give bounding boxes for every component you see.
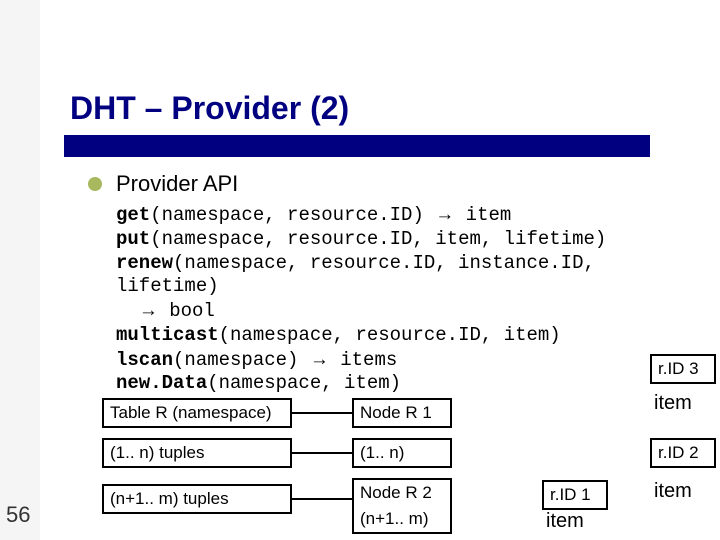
slide: DHT – Provider (2) Provider API get(name… — [40, 0, 720, 540]
box-node-r1: Node R 1 — [352, 398, 452, 428]
arrow-icon: → — [435, 204, 454, 225]
arrow-icon: → — [139, 300, 158, 321]
box-tuples-2: (n+1.. m) tuples — [102, 484, 292, 514]
kw-multicast: multicast — [116, 324, 219, 346]
api-code-block: get(namespace, resource.ID) → item put(n… — [88, 203, 690, 396]
box-table-r: Table R (namespace) — [102, 398, 292, 428]
label-item-3: item — [654, 392, 692, 415]
api-line-newdata: new.Data(namespace, item) — [116, 372, 690, 396]
title-underline-bar — [64, 135, 650, 157]
api-line-put: put(namespace, resource.ID, item, lifeti… — [116, 228, 690, 252]
diagram: Table R (namespace) (1.. n) tuples (n+1.… — [102, 398, 720, 528]
kw-lscan: lscan — [116, 349, 173, 371]
label-item-1: item — [546, 510, 584, 533]
kw-get: get — [116, 204, 150, 226]
box-node-r2: Node R 2 — [352, 478, 452, 508]
box-rid1: r.ID 1 — [542, 480, 608, 510]
api-line-multicast: multicast(namespace, resource.ID, item) — [116, 324, 690, 348]
bullet-icon — [88, 177, 102, 191]
kw-put: put — [116, 228, 150, 250]
api-line-get: get(namespace, resource.ID) → item — [116, 203, 690, 228]
box-range-2: (n+1.. m) — [352, 506, 452, 534]
connector-line — [292, 412, 352, 414]
box-rid3: r.ID 3 — [650, 354, 716, 384]
subtitle: Provider API — [116, 171, 238, 197]
arrow-icon: → — [310, 349, 329, 370]
slide-number: 56 — [6, 502, 30, 528]
connector-line — [292, 452, 352, 454]
page-title: DHT – Provider (2) — [70, 90, 690, 127]
api-line-lscan: lscan(namespace) → items — [116, 348, 690, 373]
body-area: Provider API get(namespace, resource.ID)… — [40, 157, 720, 528]
box-rid2: r.ID 2 — [650, 438, 716, 468]
subtitle-line: Provider API — [88, 171, 690, 197]
title-area: DHT – Provider (2) — [40, 90, 720, 157]
api-line-renew: renew(namespace, resource.ID, instance.I… — [116, 252, 690, 324]
kw-newdata: new.Data — [116, 372, 207, 394]
kw-renew: renew — [116, 252, 173, 274]
box-tuples-1: (1.. n) tuples — [102, 438, 292, 468]
label-item-2: item — [654, 480, 692, 503]
box-range-1: (1.. n) — [352, 438, 452, 468]
connector-line — [292, 498, 352, 500]
